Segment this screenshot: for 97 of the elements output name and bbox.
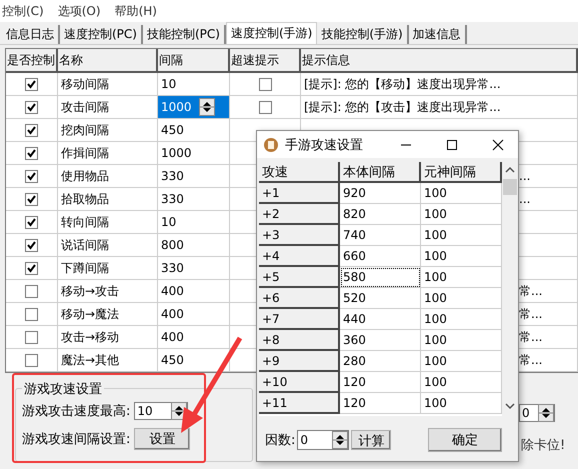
table-cell: 下蹲间隔 — [58, 257, 158, 280]
spin-buttons[interactable] — [332, 431, 348, 449]
spin-buttons[interactable] — [199, 98, 215, 116]
table-cell: 450 — [158, 119, 230, 142]
hint-text: 常... — [519, 306, 542, 322]
table-cell: 移动→魔法 — [58, 303, 158, 326]
row-header: +6 — [259, 288, 340, 309]
hint-text: ... — [519, 192, 530, 206]
checkbox[interactable] — [258, 78, 272, 90]
row-header: +2 — [259, 204, 340, 225]
field-label: 游戏攻速间隔设置: — [22, 431, 130, 448]
table-cell[interactable]: 360 — [340, 330, 421, 351]
table-cell[interactable]: 580 — [340, 267, 421, 288]
checkbox[interactable] — [25, 78, 38, 90]
spin-field[interactable]: 1000 — [158, 96, 230, 119]
checkbox[interactable] — [25, 146, 38, 160]
table-cell: 400 — [158, 280, 230, 303]
checkbox[interactable] — [25, 262, 38, 274]
field-label: 游戏攻击速度最高: — [22, 403, 130, 420]
table-cell: 攻击→移动 — [58, 326, 158, 349]
checkbox[interactable] — [25, 192, 38, 206]
table-cell[interactable]: 820 — [340, 204, 421, 225]
table-cell[interactable]: 920 — [340, 183, 421, 204]
column-header: 提示信息 — [301, 49, 578, 73]
column-header: 元神间隔 — [421, 162, 502, 183]
table-cell: 挖肉间隔 — [58, 119, 158, 142]
checkbox[interactable] — [25, 100, 38, 114]
table-cell: 330 — [158, 165, 230, 188]
menu-item[interactable]: 帮助(H) — [114, 2, 157, 20]
table-cell: 移动间隔 — [58, 73, 158, 96]
column-header: 本体间隔 — [340, 162, 421, 183]
table-cell: 400 — [158, 303, 230, 326]
table-cell: 作揖间隔 — [58, 142, 158, 165]
table-cell: 说话间隔 — [58, 234, 158, 257]
hint-text: [提示]: 您的【移动】速度出现异常... — [304, 76, 501, 92]
row-header: +11 — [259, 393, 340, 414]
settings-button[interactable]: 设置 — [134, 428, 190, 450]
table-cell[interactable]: 520 — [340, 288, 421, 309]
row-header: +8 — [259, 330, 340, 351]
app-icon — [263, 136, 279, 152]
table-cell[interactable]: 120 — [340, 393, 421, 414]
column-header: 名称 — [58, 49, 158, 73]
row-header: +9 — [259, 351, 340, 372]
hint-text: ... — [519, 169, 530, 183]
ok-button[interactable]: 确定 — [428, 428, 502, 452]
spin-field[interactable]: 10 — [134, 402, 188, 420]
checkbox[interactable] — [25, 170, 38, 182]
hint-text: 常... — [519, 328, 542, 346]
hint-text: 常... — [519, 282, 542, 300]
checkbox[interactable] — [25, 216, 38, 228]
group-title: 游戏攻速设置 — [22, 380, 104, 398]
hint-text: 常... — [519, 352, 542, 368]
spin-buttons[interactable] — [538, 404, 554, 422]
table-cell: 10 — [158, 211, 230, 234]
menu-item[interactable]: 选项(O) — [58, 2, 101, 20]
row-header: +4 — [259, 246, 340, 267]
column-header: 是否控制 — [6, 49, 58, 73]
checkbox[interactable] — [25, 354, 38, 366]
table-cell: 拾取物品 — [58, 188, 158, 211]
hint-text: [提示]: 您的【攻击】速度出现异常... — [304, 98, 501, 116]
table-cell[interactable]: 740 — [340, 225, 421, 246]
table-cell: 330 — [158, 188, 230, 211]
table-cell[interactable]: 440 — [340, 309, 421, 330]
checkbox[interactable] — [25, 238, 38, 252]
table-cell: 移动→攻击 — [58, 280, 158, 303]
row-header: +7 — [259, 309, 340, 330]
column-header: 攻速 — [259, 162, 340, 183]
table-cell: 450 — [158, 349, 230, 372]
row-header: +3 — [259, 225, 340, 246]
table-cell: 400 — [158, 326, 230, 349]
table-cell[interactable]: 120 — [340, 372, 421, 393]
checkbox[interactable] — [258, 100, 272, 114]
table-cell: 转向间隔 — [58, 211, 158, 234]
column-header: 间隔 — [158, 49, 230, 73]
table-cell[interactable]: 280 — [340, 351, 421, 372]
tab[interactable]: 速度控制(手游) — [226, 22, 318, 44]
table-cell: 魔法→其他 — [58, 349, 158, 372]
checkbox[interactable] — [25, 284, 38, 298]
spin-field[interactable]: 0 — [519, 404, 555, 422]
calculate-button[interactable]: 计算 — [351, 430, 392, 450]
checkbox[interactable] — [25, 330, 38, 344]
table-cell: 330 — [158, 257, 230, 280]
checkbox[interactable] — [25, 124, 38, 136]
table-cell: 1000 — [158, 142, 230, 165]
column-header: 超速提示 — [230, 49, 301, 73]
table-cell: 800 — [158, 234, 230, 257]
table-cell[interactable]: 660 — [340, 246, 421, 267]
menu-item[interactable]: 控制(C) — [2, 2, 44, 20]
row-header: +5 — [259, 267, 340, 288]
table-cell: 使用物品 — [58, 165, 158, 188]
row-header: +1 — [259, 183, 340, 204]
status-text: 除卡位! — [521, 437, 566, 454]
checkbox[interactable] — [25, 308, 38, 320]
spin-field[interactable]: 0 — [297, 430, 350, 450]
field-label: 因数: — [265, 432, 296, 449]
dialog-title: 手游攻速设置 — [285, 136, 364, 154]
row-header: +10 — [259, 372, 340, 393]
